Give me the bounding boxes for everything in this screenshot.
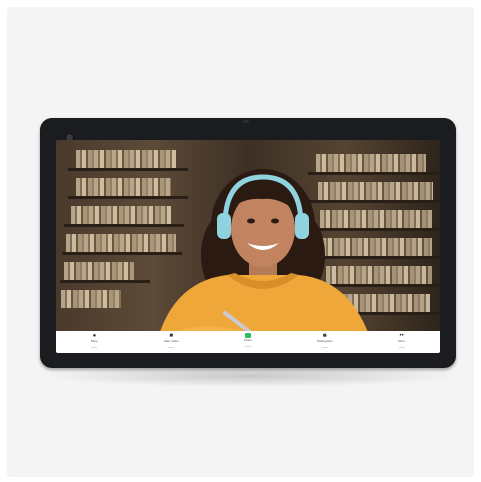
participants-button[interactable]: ☻ Participants — [295, 333, 355, 348]
tool-label: Start Video — [163, 339, 179, 343]
video-call-screen: ● Mute ■ Start Video Share ☻ Participant… — [56, 140, 440, 353]
divider — [168, 347, 175, 348]
tablet-device: ● Mute ■ Start Video Share ☻ Participant… — [40, 118, 456, 368]
divider — [398, 347, 405, 348]
call-toolbar: ● Mute ■ Start Video Share ☻ Participant… — [56, 331, 440, 353]
sensor — [243, 120, 249, 123]
person-on-call — [148, 169, 375, 353]
start-video-button[interactable]: ■ Start Video — [141, 333, 201, 348]
tool-label: Mute — [91, 339, 98, 343]
divider — [91, 347, 98, 348]
tool-label: Participants — [316, 339, 333, 343]
divider — [321, 347, 328, 348]
headphone-right-cup — [295, 213, 309, 239]
headphone-left-cup — [217, 213, 231, 239]
tool-label: More — [398, 339, 405, 343]
more-button[interactable]: •• More — [372, 333, 432, 348]
share-button[interactable]: Share — [218, 333, 278, 347]
tool-label: Share — [243, 338, 252, 342]
tablet-shadow — [40, 365, 460, 387]
mute-button[interactable]: ● Mute — [64, 333, 124, 348]
bookshelf-row — [61, 290, 121, 308]
divider — [244, 346, 251, 347]
bookshelf-row — [64, 262, 134, 280]
